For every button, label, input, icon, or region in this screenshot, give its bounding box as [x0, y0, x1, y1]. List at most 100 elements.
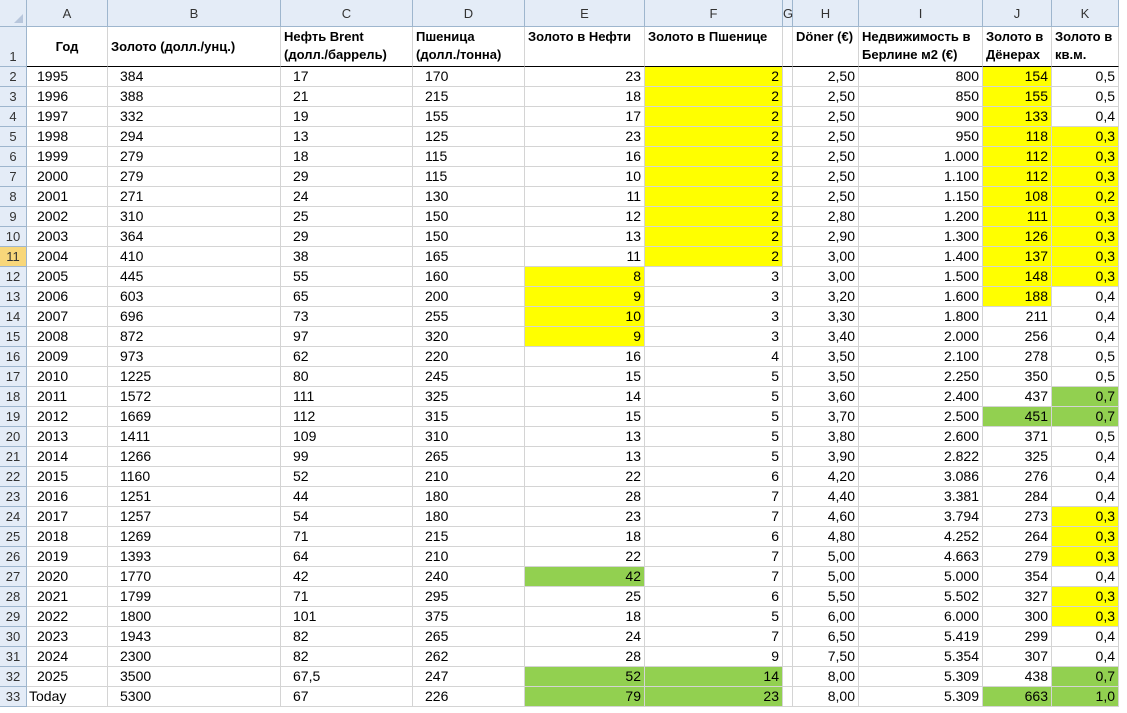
- cell-d3[interactable]: 215: [413, 87, 525, 107]
- cell-g29[interactable]: [783, 607, 793, 627]
- cell-e20[interactable]: 13: [525, 427, 645, 447]
- cell-d31[interactable]: 262: [413, 647, 525, 667]
- cell-b28[interactable]: 1799: [108, 587, 281, 607]
- cell-a19[interactable]: 2012: [27, 407, 108, 427]
- cell-j31[interactable]: 307: [983, 647, 1052, 667]
- cell-f8[interactable]: 2: [645, 187, 783, 207]
- cell-e33[interactable]: 79: [525, 687, 645, 707]
- cell-a29[interactable]: 2022: [27, 607, 108, 627]
- cell-j4[interactable]: 133: [983, 107, 1052, 127]
- cell-f29[interactable]: 5: [645, 607, 783, 627]
- cell-a10[interactable]: 2003: [27, 227, 108, 247]
- cell-b2[interactable]: 384: [108, 67, 281, 87]
- cell-d7[interactable]: 115: [413, 167, 525, 187]
- cell-a15[interactable]: 2008: [27, 327, 108, 347]
- cell-f27[interactable]: 7: [645, 567, 783, 587]
- cell-d26[interactable]: 210: [413, 547, 525, 567]
- cell-b12[interactable]: 445: [108, 267, 281, 287]
- cell-h33[interactable]: 8,00: [793, 687, 859, 707]
- row-header-29[interactable]: 29: [0, 607, 27, 627]
- cell-c10[interactable]: 29: [281, 227, 413, 247]
- cell-f25[interactable]: 6: [645, 527, 783, 547]
- cell-e2[interactable]: 23: [525, 67, 645, 87]
- cell-b4[interactable]: 332: [108, 107, 281, 127]
- cell-d8[interactable]: 130: [413, 187, 525, 207]
- cell-d24[interactable]: 180: [413, 507, 525, 527]
- row-header-5[interactable]: 5: [0, 127, 27, 147]
- cell-j7[interactable]: 112: [983, 167, 1052, 187]
- cell-f2[interactable]: 2: [645, 67, 783, 87]
- cell-f7[interactable]: 2: [645, 167, 783, 187]
- cell-f12[interactable]: 3: [645, 267, 783, 287]
- column-header-k[interactable]: K: [1052, 0, 1119, 27]
- cell-g26[interactable]: [783, 547, 793, 567]
- row-header-13[interactable]: 13: [0, 287, 27, 307]
- cell-f6[interactable]: 2: [645, 147, 783, 167]
- cell-a16[interactable]: 2009: [27, 347, 108, 367]
- cell-g23[interactable]: [783, 487, 793, 507]
- cell-e9[interactable]: 12: [525, 207, 645, 227]
- cell-a23[interactable]: 2016: [27, 487, 108, 507]
- cell-b5[interactable]: 294: [108, 127, 281, 147]
- cell-a26[interactable]: 2019: [27, 547, 108, 567]
- cell-h32[interactable]: 8,00: [793, 667, 859, 687]
- cell-a3[interactable]: 1996: [27, 87, 108, 107]
- cell-d33[interactable]: 226: [413, 687, 525, 707]
- cell-g25[interactable]: [783, 527, 793, 547]
- cell-i19[interactable]: 2.500: [859, 407, 983, 427]
- cell-i20[interactable]: 2.600: [859, 427, 983, 447]
- cell-d27[interactable]: 240: [413, 567, 525, 587]
- cell-h10[interactable]: 2,90: [793, 227, 859, 247]
- row-header-11[interactable]: 11: [0, 247, 27, 267]
- row-header-16[interactable]: 16: [0, 347, 27, 367]
- cell-e23[interactable]: 28: [525, 487, 645, 507]
- cell-c29[interactable]: 101: [281, 607, 413, 627]
- row-header-20[interactable]: 20: [0, 427, 27, 447]
- cell-b32[interactable]: 3500: [108, 667, 281, 687]
- cell-h16[interactable]: 3,50: [793, 347, 859, 367]
- row-header-8[interactable]: 8: [0, 187, 27, 207]
- cell-i22[interactable]: 3.086: [859, 467, 983, 487]
- cell-k26[interactable]: 0,3: [1052, 547, 1119, 567]
- header-cell-b[interactable]: Золото (долл./унц.): [108, 27, 281, 67]
- cell-g11[interactable]: [783, 247, 793, 267]
- cell-i28[interactable]: 5.502: [859, 587, 983, 607]
- cell-a33[interactable]: Today: [27, 687, 108, 707]
- cell-f10[interactable]: 2: [645, 227, 783, 247]
- cell-k25[interactable]: 0,3: [1052, 527, 1119, 547]
- cell-j6[interactable]: 112: [983, 147, 1052, 167]
- cell-e15[interactable]: 9: [525, 327, 645, 347]
- cell-a30[interactable]: 2023: [27, 627, 108, 647]
- cell-b10[interactable]: 364: [108, 227, 281, 247]
- cell-f26[interactable]: 7: [645, 547, 783, 567]
- column-header-b[interactable]: B: [108, 0, 281, 27]
- cell-a24[interactable]: 2017: [27, 507, 108, 527]
- cell-b24[interactable]: 1257: [108, 507, 281, 527]
- cell-k22[interactable]: 0,4: [1052, 467, 1119, 487]
- cell-d16[interactable]: 220: [413, 347, 525, 367]
- cell-e3[interactable]: 18: [525, 87, 645, 107]
- cell-f22[interactable]: 6: [645, 467, 783, 487]
- cell-c13[interactable]: 65: [281, 287, 413, 307]
- cell-c23[interactable]: 44: [281, 487, 413, 507]
- cell-f24[interactable]: 7: [645, 507, 783, 527]
- cell-g33[interactable]: [783, 687, 793, 707]
- cell-h17[interactable]: 3,50: [793, 367, 859, 387]
- cell-j27[interactable]: 354: [983, 567, 1052, 587]
- cell-j14[interactable]: 211: [983, 307, 1052, 327]
- cell-i3[interactable]: 850: [859, 87, 983, 107]
- cell-h12[interactable]: 3,00: [793, 267, 859, 287]
- cell-i9[interactable]: 1.200: [859, 207, 983, 227]
- header-cell-j[interactable]: Золото в Дёнерах: [983, 27, 1052, 67]
- cell-j30[interactable]: 299: [983, 627, 1052, 647]
- cell-d30[interactable]: 265: [413, 627, 525, 647]
- cell-h23[interactable]: 4,40: [793, 487, 859, 507]
- cell-d13[interactable]: 200: [413, 287, 525, 307]
- cell-e26[interactable]: 22: [525, 547, 645, 567]
- row-header-18[interactable]: 18: [0, 387, 27, 407]
- cell-g30[interactable]: [783, 627, 793, 647]
- cell-f11[interactable]: 2: [645, 247, 783, 267]
- cell-d11[interactable]: 165: [413, 247, 525, 267]
- column-header-h[interactable]: H: [793, 0, 859, 27]
- cell-j18[interactable]: 437: [983, 387, 1052, 407]
